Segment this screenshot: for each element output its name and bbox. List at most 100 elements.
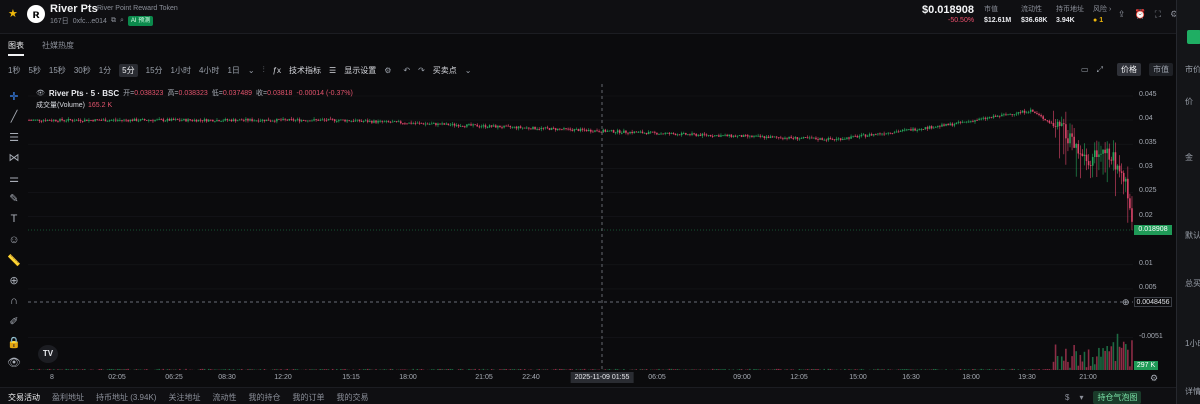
volume-bar [259, 369, 262, 370]
tab-liquidity[interactable]: 流动性 [212, 392, 236, 403]
zoom-icon[interactable]: ⊕ [0, 271, 28, 292]
display-settings-button[interactable]: 显示设置 [344, 65, 376, 76]
expand-icon[interactable]: ⤢ [1097, 65, 1103, 75]
price-chart[interactable] [28, 84, 1133, 384]
magnet-icon[interactable]: ∩ [0, 291, 28, 312]
interval-5m[interactable]: 5分 [119, 63, 138, 77]
volume-bar [542, 369, 545, 370]
candle [179, 119, 181, 121]
gear-icon[interactable]: ⚙ [384, 66, 391, 75]
volume-bar [718, 369, 720, 370]
candle [441, 123, 443, 125]
candle [951, 123, 954, 126]
stat-risk[interactable]: 风险 › ● 1 [1093, 4, 1111, 24]
brush-icon[interactable]: ✎ [0, 189, 28, 210]
tab-profit-addresses[interactable]: 盈利地址 [52, 392, 84, 403]
interval-1m[interactable]: 1分 [99, 65, 111, 76]
candle [978, 118, 980, 121]
search-icon[interactable]: ⌕ [120, 17, 124, 25]
currency-icon[interactable]: $ [1065, 393, 1069, 402]
candle [317, 119, 319, 121]
add-alert-icon[interactable]: ⊕ [1122, 297, 1130, 308]
bubble-map-button[interactable]: 持仓气泡图 [1093, 391, 1142, 404]
candle [775, 136, 778, 138]
emoji-icon[interactable]: ☺ [0, 230, 28, 251]
seg-price[interactable]: 价格 [1116, 63, 1141, 76]
candle [191, 120, 193, 122]
volume-bar [174, 369, 177, 370]
interval-4h[interactable]: 4小时 [199, 65, 219, 76]
copy-icon[interactable]: ⧉ [111, 17, 116, 25]
tab-my-orders[interactable]: 我的订单 [292, 392, 324, 403]
tab-my-trades[interactable]: 我的交易 [336, 392, 368, 403]
indicators-button[interactable]: 技术指标 [289, 65, 321, 76]
undo-icon[interactable]: ↶ [403, 66, 410, 75]
chart-type-icon[interactable]: ⫶ [263, 65, 265, 75]
candle [716, 135, 718, 137]
buy-toggle[interactable] [1187, 30, 1200, 44]
rp-market[interactable]: 市价 [1185, 64, 1200, 75]
favorite-star-icon[interactable]: ★ [8, 7, 18, 20]
display-settings-icon[interactable]: ☰ [329, 66, 336, 75]
crosshair-icon[interactable]: ✛ [0, 86, 28, 107]
candle [253, 120, 255, 122]
tab-social[interactable]: 社媒热度 [42, 40, 74, 51]
bottom-tabs: 交易活动 盈利地址 持币地址 (3.94K) 关注地址 流动性 我的持仓 我的订… [8, 392, 368, 403]
tab-chart[interactable]: 图表 [8, 40, 24, 51]
fullscreen-icon[interactable]: ⛶ [1155, 9, 1161, 20]
layout-icon[interactable]: ▭ [1081, 65, 1089, 74]
token-address[interactable]: 0xfc...e014 [73, 18, 107, 25]
seg-market-cap[interactable]: 市值 [1148, 63, 1173, 76]
redo-icon[interactable]: ↷ [418, 66, 425, 75]
interval-1d[interactable]: 1日 [227, 65, 239, 76]
candle [176, 119, 179, 121]
interval-15m[interactable]: 15分 [146, 65, 163, 76]
ai-prediction-badge[interactable]: AI 预测 [127, 16, 154, 26]
pencil-icon[interactable]: ✐ [0, 312, 28, 333]
pattern-icon[interactable]: ⋈ [0, 148, 28, 169]
filter-icon[interactable]: ▾ [1079, 393, 1083, 402]
tab-holders[interactable]: 持币地址 (3.94K) [96, 392, 156, 403]
horizontal-lines-icon[interactable]: ☰ [0, 127, 28, 148]
candle [1100, 153, 1102, 155]
interval-30s[interactable]: 30秒 [74, 65, 91, 76]
candle [102, 119, 105, 121]
rp-default[interactable]: 默认 [1185, 230, 1200, 241]
candle [903, 129, 906, 131]
tab-my-positions[interactable]: 我的持仓 [248, 392, 280, 403]
time-axis[interactable]: 8 02:05 06:25 08:30 12:20 15:15 18:00 21:05 22:4… [28, 372, 1133, 384]
tab-activity[interactable]: 交易活动 [8, 392, 40, 403]
indicators-icon[interactable]: ƒx [273, 66, 281, 75]
candle [928, 126, 931, 129]
text-icon[interactable]: T [0, 209, 28, 230]
trendline-icon[interactable]: ╱ [0, 107, 28, 128]
candle [218, 120, 220, 122]
eye-icon[interactable]: 👁 [0, 353, 28, 374]
share-icon[interactable]: ⇪ [1118, 9, 1126, 20]
interval-15s[interactable]: 15秒 [49, 65, 66, 76]
tab-watch-addresses[interactable]: 关注地址 [168, 392, 200, 403]
candle [707, 135, 710, 136]
candle [767, 136, 770, 139]
interval-1h[interactable]: 1小时 [171, 65, 191, 76]
fib-icon[interactable]: ⚌ [0, 168, 28, 189]
candle [571, 129, 574, 131]
candle [565, 128, 567, 129]
alert-icon[interactable]: ⏰ [1135, 9, 1146, 20]
interval-dropdown-icon[interactable]: ⌄ [248, 66, 255, 75]
buysell-points-button[interactable]: 买卖点 [433, 65, 457, 76]
axis-settings-icon[interactable]: ⚙ [1150, 373, 1158, 384]
stat-liquidity: 流动性 $36.68K [1021, 6, 1048, 24]
candle [294, 119, 297, 121]
legend-eye-icon[interactable]: 👁 [36, 89, 45, 97]
interval-1s[interactable]: 1秒 [8, 65, 20, 76]
chevron-down-icon[interactable]: ⌄ [465, 66, 472, 75]
lock-icon[interactable]: 🔒 [0, 332, 28, 353]
candle [197, 119, 200, 122]
interval-5s[interactable]: 5秒 [28, 65, 40, 76]
candle [629, 131, 631, 134]
volume-bar [286, 368, 288, 370]
candle [319, 119, 322, 121]
candle [296, 119, 299, 121]
ruler-icon[interactable]: 📏 [0, 250, 28, 271]
